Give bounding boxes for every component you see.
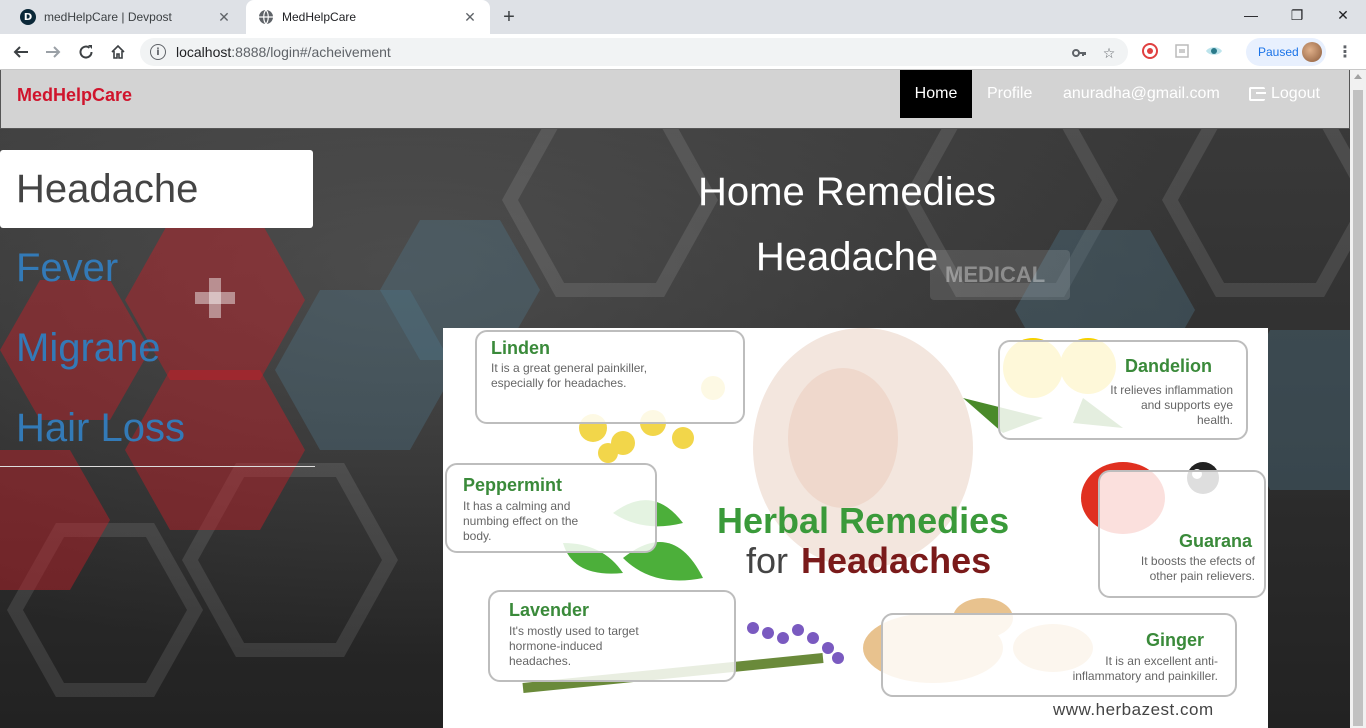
- sidebar: Headache Fever Migrane Hair Loss: [0, 150, 315, 467]
- sidebar-item-headache[interactable]: Headache: [0, 150, 313, 228]
- herb-name-guarana: Guarana: [1179, 531, 1253, 551]
- herbal-remedies-poster: Linden It is a great general painkiller,…: [443, 328, 1268, 728]
- poster-title-for: for: [746, 540, 789, 581]
- herb-desc-lavender: It's mostly used to target hormone-induc…: [509, 624, 639, 668]
- info-icon[interactable]: i: [150, 44, 166, 60]
- herb-desc-ginger: It is an excellent anti-inflammatory and…: [1072, 654, 1218, 683]
- forward-icon[interactable]: [40, 39, 66, 65]
- window-close-icon[interactable]: ✕: [1320, 0, 1366, 30]
- tab-medhelpcare[interactable]: MedHelpCare ✕: [246, 0, 490, 34]
- new-tab-icon[interactable]: +: [497, 5, 521, 29]
- brand-logo[interactable]: MedHelpCare: [17, 85, 132, 106]
- address-bar[interactable]: i localhost :8888/login#/acheivement ☆: [140, 38, 1128, 66]
- poster-title-headaches: Headaches: [801, 540, 992, 581]
- page-scrollbar[interactable]: [1350, 70, 1366, 728]
- logout-label: Logout: [1271, 85, 1320, 102]
- reload-icon[interactable]: [73, 39, 99, 65]
- herb-name-lavender: Lavender: [509, 600, 590, 620]
- sidebar-item-hair-loss[interactable]: Hair Loss: [0, 388, 315, 468]
- page-viewport: MEDICAL MedHelpCare Home Profile anuradh…: [0, 70, 1350, 728]
- url-path: :8888/login#/acheivement: [231, 44, 391, 60]
- paused-label: Paused: [1258, 45, 1299, 59]
- scroll-thumb[interactable]: [1353, 90, 1363, 726]
- globe-icon: [258, 9, 274, 25]
- herb-name-peppermint: Peppermint: [463, 475, 563, 495]
- star-icon[interactable]: ☆: [1100, 44, 1118, 62]
- minimize-icon[interactable]: —: [1228, 0, 1274, 30]
- logout-icon: [1249, 87, 1266, 101]
- extension-red-icon[interactable]: [1141, 42, 1159, 60]
- key-icon[interactable]: [1070, 44, 1088, 62]
- menu-icon[interactable]: ⋮: [1336, 42, 1354, 62]
- profile-paused-chip[interactable]: Paused: [1246, 38, 1326, 66]
- restore-icon[interactable]: ❐: [1274, 0, 1320, 30]
- sidebar-item-fever[interactable]: Fever: [0, 228, 315, 308]
- tab-title: MedHelpCare: [282, 10, 357, 24]
- page-title: Home Remedies: [698, 170, 996, 214]
- herb-name-dandelion: Dandelion: [1125, 356, 1213, 376]
- top-navbar: MedHelpCare Home Profile anuradha@gmail.…: [0, 70, 1350, 129]
- herb-desc-peppermint: It has a calming and numbing effect on t…: [463, 499, 579, 543]
- poster-title: Herbal Remedies: [717, 500, 1010, 541]
- herb-name-linden: Linden: [491, 338, 550, 358]
- devpost-icon: D: [20, 9, 36, 25]
- url-host: localhost: [176, 44, 232, 60]
- scroll-up-icon[interactable]: [1354, 74, 1362, 79]
- extension-page-icon[interactable]: [1173, 42, 1191, 60]
- poster-website: www.herbazest.com: [1053, 700, 1214, 719]
- tab-strip: D medHelpCare | Devpost ✕ MedHelpCare ✕ …: [0, 0, 1366, 34]
- back-icon[interactable]: [8, 39, 34, 65]
- home-icon[interactable]: [105, 39, 131, 65]
- close-icon[interactable]: ✕: [462, 9, 478, 25]
- herb-desc-linden: It is a great general painkiller, especi…: [491, 361, 648, 390]
- sidebar-item-migrane[interactable]: Migrane: [0, 308, 315, 388]
- close-icon[interactable]: ✕: [216, 9, 232, 25]
- herb-desc-dandelion: It relieves inflammation and supports ey…: [1110, 383, 1233, 427]
- devpost-logo-letter: D: [20, 9, 36, 25]
- avatar: [1302, 42, 1322, 62]
- herb-name-ginger: Ginger: [1146, 630, 1205, 650]
- eye-icon[interactable]: [1205, 42, 1223, 60]
- browser-toolbar: i localhost :8888/login#/acheivement ☆ P…: [0, 34, 1366, 70]
- nav-email[interactable]: anuradha@gmail.com: [1063, 70, 1220, 118]
- nav-logout[interactable]: Logout: [1249, 70, 1320, 118]
- nav-home[interactable]: Home: [900, 70, 972, 118]
- herb-desc-guarana: It boosts the efects of other pain relie…: [1140, 554, 1255, 583]
- tab-devpost[interactable]: D medHelpCare | Devpost ✕: [8, 0, 244, 34]
- tab-title: medHelpCare | Devpost: [44, 10, 172, 24]
- page-subtitle: Headache: [755, 235, 939, 279]
- nav-profile[interactable]: Profile: [987, 70, 1032, 118]
